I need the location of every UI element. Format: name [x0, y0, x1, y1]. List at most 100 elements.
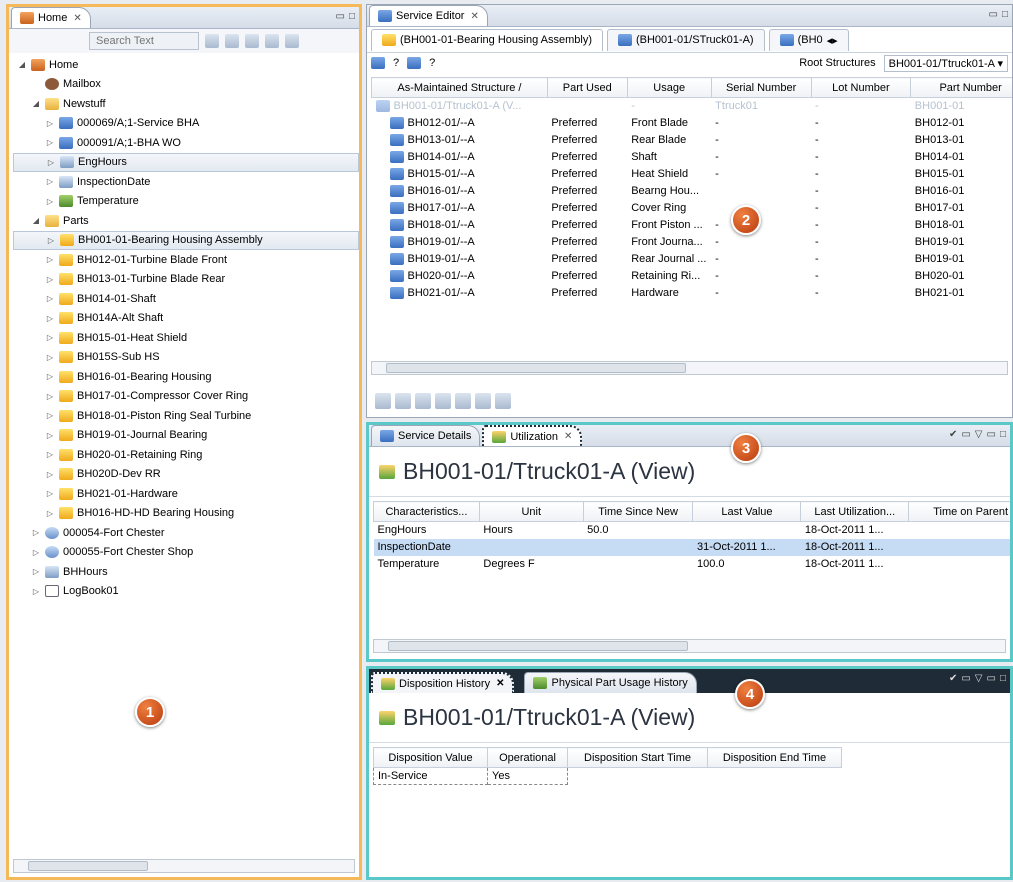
close-icon[interactable]: ✕: [470, 11, 478, 22]
tree-node[interactable]: ▷ BH018-01-Piston Ring Seal Turbine: [13, 406, 359, 426]
tab-scroll-arrows-icon[interactable]: ◂▸: [827, 34, 838, 47]
tree-node[interactable]: ▷ BH020-01-Retaining Ring: [13, 445, 359, 465]
column-header[interactable]: Characteristics...: [373, 501, 480, 522]
close-icon[interactable]: ✕: [496, 678, 504, 689]
tree-node[interactable]: ▷ Temperature: [13, 192, 359, 212]
table-row[interactable]: Temperature Degrees F 100.0 18-Oct-2011 1..…: [374, 556, 1011, 573]
column-header[interactable]: Usage: [626, 77, 712, 98]
tab-disposition-history[interactable]: Disposition History ✕: [371, 672, 515, 693]
expand-arrow-icon[interactable]: ▷: [45, 470, 55, 479]
expand-arrow-icon[interactable]: ▷: [45, 333, 55, 342]
export-icon[interactable]: ▭: [961, 673, 970, 684]
tab-service-details[interactable]: Service Details: [371, 425, 481, 446]
collapse-arrow-icon[interactable]: ◢: [31, 216, 41, 225]
maximize-icon[interactable]: □: [349, 11, 355, 22]
expand-arrow-icon[interactable]: ▷: [45, 489, 55, 498]
tab-home[interactable]: Home ✕: [11, 7, 91, 28]
table-row[interactable]: BH020-01/--A Preferred Retaining Ri... - - BH…: [372, 268, 1013, 285]
tree-node[interactable]: ▷ BHHours: [13, 562, 359, 582]
tree-node[interactable]: ▷ BH016-01-Bearing Housing: [13, 367, 359, 387]
tree-node[interactable]: ▷ BH013-01-Turbine Blade Rear: [13, 270, 359, 290]
table-row[interactable]: BH015-01/--A Preferred Heat Shield - - BH015-…: [372, 166, 1013, 183]
expand-arrow-icon[interactable]: ▷: [45, 450, 55, 459]
column-header[interactable]: Last Value: [692, 501, 802, 522]
scroll-thumb[interactable]: [28, 861, 148, 871]
expand-arrow-icon[interactable]: ▷: [46, 236, 56, 245]
table-row[interactable]: BH014-01/--A Preferred Shaft - - BH014-01: [372, 149, 1013, 166]
close-icon[interactable]: ✕: [73, 13, 81, 24]
expand-arrow-icon[interactable]: ▷: [45, 177, 55, 186]
checkmark-icon[interactable]: ✔: [949, 429, 957, 440]
table-row[interactable]: In-Service Yes: [373, 767, 842, 785]
scroll-thumb[interactable]: [386, 363, 686, 373]
table-row[interactable]: BH021-01/--A Preferred Hardware - - BH021-01: [372, 285, 1013, 302]
structure-horizontal-scrollbar[interactable]: [371, 361, 1008, 375]
subtab-bh0[interactable]: (BH0 ◂▸: [768, 28, 849, 51]
view-menu-icon[interactable]: ▽: [975, 673, 983, 684]
minimize-icon[interactable]: ▭: [987, 673, 996, 684]
minimize-icon[interactable]: ▭: [989, 9, 998, 20]
view-menu-icon[interactable]: [285, 34, 299, 48]
table-row[interactable]: BH012-01/--A Preferred Front Blade - - BH012-…: [372, 115, 1013, 132]
tree-node[interactable]: ▷ BH001-01-Bearing Housing Assembly: [13, 230, 359, 250]
column-header[interactable]: Disposition End Time: [707, 747, 842, 768]
tree-node[interactable]: ▷ 000054-Fort Chester: [13, 523, 359, 543]
table-row[interactable]: BH013-01/--A Preferred Rear Blade - - BH013-0…: [372, 132, 1013, 149]
root-structures-select[interactable]: BH001-01/Ttruck01-A ▾: [883, 54, 1008, 72]
expand-arrow-icon[interactable]: ▷: [45, 138, 55, 147]
expand-arrow-icon[interactable]: ▷: [45, 372, 55, 381]
expand-arrow-icon[interactable]: ▷: [45, 275, 55, 284]
column-header[interactable]: Part Number: [910, 77, 1012, 98]
table-row[interactable]: BH017-01/--A Preferred Cover Ring - BH017-01: [372, 200, 1013, 217]
column-header[interactable]: Unit: [478, 501, 584, 522]
expand-arrow-icon[interactable]: ▷: [45, 353, 55, 362]
column-header[interactable]: Time on Parent: [908, 501, 1010, 522]
subtab-bearing-housing-assembly[interactable]: (BH001-01-Bearing Housing Assembly): [371, 28, 603, 51]
minimize-icon[interactable]: ▭: [987, 429, 996, 440]
expand-arrow-icon[interactable]: ▷: [45, 119, 55, 128]
refresh-icon[interactable]: [375, 393, 391, 409]
expand-arrow-icon[interactable]: ▷: [45, 392, 55, 401]
expand-arrow-icon[interactable]: ▷: [45, 509, 55, 518]
tree-node[interactable]: ▷ BH014-01-Shaft: [13, 289, 359, 309]
expand-arrow-icon[interactable]: ▷: [31, 567, 41, 576]
tree-node[interactable]: ▷ BH014A-Alt Shaft: [13, 309, 359, 329]
column-header[interactable]: Serial Number: [710, 77, 812, 98]
subtab-struck01[interactable]: (BH001-01/STruck01-A): [606, 28, 765, 51]
part-action-icon[interactable]: [475, 393, 491, 409]
checkmark-icon[interactable]: ✔: [949, 673, 957, 684]
view-menu-icon[interactable]: ▽: [975, 429, 983, 440]
column-header[interactable]: As-Maintained Structure /: [371, 77, 548, 98]
tree-node[interactable]: ◢ Newstuff: [13, 94, 359, 114]
tab-utilization[interactable]: Utilization ✕: [482, 425, 583, 446]
tree-node[interactable]: ▷ BH016-HD-HD Bearing Housing: [13, 504, 359, 524]
tree-node[interactable]: ▷ BH015-01-Heat Shield: [13, 328, 359, 348]
column-header[interactable]: Time Since New: [582, 501, 694, 522]
tab-physical-part-usage-history[interactable]: Physical Part Usage History: [524, 672, 697, 693]
tree-node[interactable]: ◢ Parts: [13, 211, 359, 231]
expand-arrow-icon[interactable]: ▷: [45, 197, 55, 206]
expand-arrow-icon[interactable]: ▷: [31, 528, 41, 537]
expand-arrow-icon[interactable]: ▷: [45, 255, 55, 264]
search-icon[interactable]: [205, 34, 219, 48]
tree-node[interactable]: ▷ 000091/A;1-BHA WO: [13, 133, 359, 153]
table-row[interactable]: BH016-01/--A Preferred Bearng Hou... - BH016…: [372, 183, 1013, 200]
tab-service-editor[interactable]: Service Editor ✕: [369, 5, 488, 26]
table-row[interactable]: EngHours Hours 50.0 18-Oct-2011 1...: [374, 522, 1011, 539]
add-icon[interactable]: [395, 393, 411, 409]
table-row[interactable]: BH019-01/--A Preferred Rear Journal ... - - B…: [372, 251, 1013, 268]
expand-arrow-icon[interactable]: ▷: [31, 548, 41, 557]
expand-all-icon[interactable]: [265, 34, 279, 48]
minimize-icon[interactable]: ▭: [336, 11, 345, 22]
tree-node[interactable]: ▷ 000055-Fort Chester Shop: [13, 543, 359, 563]
tree-node[interactable]: Mailbox: [13, 75, 359, 95]
tree-node[interactable]: ▷ BH017-01-Compressor Cover Ring: [13, 387, 359, 407]
table-row[interactable]: InspectionDate 31-Oct-2011 1... 18-Oct-201…: [373, 538, 1010, 556]
column-header[interactable]: Lot Number: [810, 77, 912, 98]
collapse-all-icon[interactable]: [245, 34, 259, 48]
help-structure-icon[interactable]: [371, 57, 385, 69]
tree-node[interactable]: ▷ LogBook01: [13, 582, 359, 602]
close-icon[interactable]: ✕: [564, 431, 572, 442]
tree-node[interactable]: ▷ BH015S-Sub HS: [13, 348, 359, 368]
column-header[interactable]: Disposition Start Time: [567, 747, 708, 768]
